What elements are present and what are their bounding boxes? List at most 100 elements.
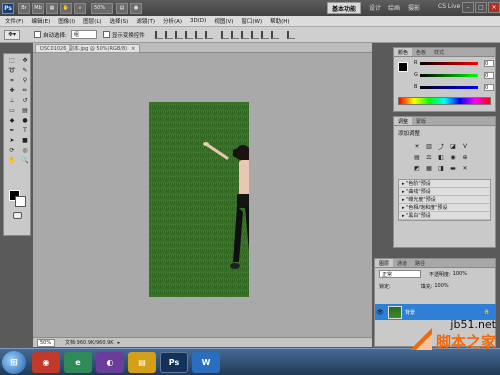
exposure-icon[interactable]: ◪: [448, 142, 458, 151]
preset-curves[interactable]: ▸ "曲线"预设: [399, 188, 490, 196]
selective-color-icon[interactable]: ✕: [460, 164, 470, 173]
tab-styles[interactable]: 样式: [430, 48, 448, 56]
fill-value[interactable]: 100%: [434, 283, 448, 289]
color-balance-icon[interactable]: ⚖: [424, 153, 434, 162]
start-button[interactable]: ⊞: [2, 351, 26, 374]
zoom-field[interactable]: 50%: [37, 338, 55, 347]
red-value[interactable]: 0: [484, 59, 494, 67]
shape-tool-icon[interactable]: ■: [19, 136, 31, 145]
distribute-left-icon[interactable]: [250, 30, 259, 39]
close-button[interactable]: ×: [488, 2, 500, 13]
slider-g[interactable]: G 0: [394, 69, 495, 81]
quick-mask-icon[interactable]: [13, 212, 22, 219]
healing-brush-icon[interactable]: ✚: [6, 86, 18, 95]
media-app-icon[interactable]: ◉: [32, 352, 60, 373]
preset-hue-saturation[interactable]: ▸ "色相/饱和度"预设: [399, 204, 490, 212]
auto-align-icon[interactable]: [286, 30, 295, 39]
distribute-hcenter-icon[interactable]: [260, 30, 269, 39]
marquee-tool-icon[interactable]: ⬚: [6, 56, 18, 65]
menu-view[interactable]: 视图(V): [214, 17, 233, 25]
tab-swatches[interactable]: 色板: [412, 48, 430, 56]
menu-image[interactable]: 图像(I): [58, 17, 75, 25]
auto-select-checkbox[interactable]: [34, 31, 41, 38]
browser-icon[interactable]: e: [64, 352, 92, 373]
minibridge-button[interactable]: Mb: [32, 2, 44, 14]
canvas-photo[interactable]: [149, 102, 249, 297]
menu-edit[interactable]: 编辑(E): [31, 17, 50, 25]
green-slider-track[interactable]: [420, 73, 478, 77]
menu-layer[interactable]: 图层(L): [83, 17, 101, 25]
hue-saturation-icon[interactable]: ▤: [412, 153, 422, 162]
color-spectrum[interactable]: [398, 97, 491, 105]
bridge-button[interactable]: Br: [18, 2, 30, 14]
levels-icon[interactable]: ▥: [424, 142, 434, 151]
preset-black-white[interactable]: ▸ "黑白"预设: [399, 212, 490, 220]
align-vcenter-icon[interactable]: [164, 30, 173, 39]
3d-rotate-icon[interactable]: ⟳: [6, 146, 18, 155]
zoom-tool-icon[interactable]: ⌕: [74, 2, 86, 14]
curves-icon[interactable]: ⤴: [436, 142, 446, 151]
opacity-value[interactable]: 100%: [453, 271, 467, 277]
slider-r[interactable]: R 0: [394, 57, 495, 69]
vibrance-icon[interactable]: V: [460, 142, 470, 151]
color-fg-swatch[interactable]: [398, 62, 408, 72]
tab-channels[interactable]: 通道: [393, 259, 411, 267]
minimize-button[interactable]: –: [462, 2, 474, 13]
dodge-tool-icon[interactable]: ●: [19, 116, 31, 125]
distribute-top-icon[interactable]: [220, 30, 229, 39]
distribute-bottom-icon[interactable]: [240, 30, 249, 39]
align-left-icon[interactable]: [184, 30, 193, 39]
menu-help[interactable]: 帮助(H): [270, 17, 289, 25]
threshold-icon[interactable]: ◨: [436, 164, 446, 173]
align-top-icon[interactable]: [154, 30, 163, 39]
gradient-map-icon[interactable]: ▬: [448, 164, 458, 173]
brightness-icon[interactable]: ☀: [412, 142, 422, 151]
menu-filter[interactable]: 滤镜(T): [136, 17, 155, 25]
photoshop-task-icon[interactable]: Ps: [160, 352, 188, 373]
pen-tool-icon[interactable]: ✒: [6, 126, 18, 135]
document-tab[interactable]: DSC01026_副本.jpg @ 50%(RGB/8) ×: [35, 44, 141, 53]
tab-adjustments[interactable]: 调整: [394, 117, 413, 125]
brush-tool-icon[interactable]: ✏: [19, 86, 31, 95]
quick-select-tool-icon[interactable]: ✎: [19, 66, 31, 75]
channel-mixer-icon[interactable]: ⊕: [460, 153, 470, 162]
zoom-level-select[interactable]: 50%: [91, 2, 113, 14]
menu-analysis[interactable]: 分析(A): [163, 17, 182, 25]
blur-tool-icon[interactable]: ◆: [6, 116, 18, 125]
zoom-tool-icon[interactable]: 🔍: [19, 156, 31, 165]
cs-live-button[interactable]: CS Live: [438, 3, 460, 10]
menu-select[interactable]: 选择(S): [110, 17, 129, 25]
3d-camera-icon[interactable]: ◎: [19, 146, 31, 155]
gradient-tool-icon[interactable]: ▤: [19, 106, 31, 115]
type-tool-icon[interactable]: T: [19, 126, 31, 135]
player-icon[interactable]: ◐: [96, 352, 124, 373]
arrange-documents-icon[interactable]: ▤: [116, 2, 128, 14]
tab-color[interactable]: 颜色: [394, 48, 413, 56]
background-color-swatch[interactable]: [15, 196, 26, 207]
clone-stamp-icon[interactable]: ⊥: [6, 96, 18, 105]
green-value[interactable]: 0: [484, 71, 494, 79]
align-right-icon[interactable]: [204, 30, 213, 39]
eyedropper-tool-icon[interactable]: ⚲: [19, 76, 31, 85]
menu-file[interactable]: 文件(F): [5, 17, 23, 25]
invert-icon[interactable]: ◩: [412, 164, 422, 173]
eraser-tool-icon[interactable]: ▭: [6, 106, 18, 115]
hand-tool-icon[interactable]: ✋: [60, 2, 72, 14]
red-slider-track[interactable]: [420, 61, 478, 65]
photo-filter-icon[interactable]: ◉: [448, 153, 458, 162]
hand-tool-icon[interactable]: ✋: [6, 156, 18, 165]
wps-icon[interactable]: W: [192, 352, 220, 373]
preset-levels[interactable]: ▸ "色阶"预设: [399, 180, 490, 188]
slider-b[interactable]: B 0: [394, 81, 495, 93]
path-select-icon[interactable]: ➤: [6, 136, 18, 145]
preset-exposure[interactable]: ▸ "曝光度"预设: [399, 196, 490, 204]
workspace-essentials-button[interactable]: 基本功能: [327, 2, 361, 14]
status-arrow-icon[interactable]: ▸: [118, 340, 121, 346]
show-transform-checkbox[interactable]: [102, 31, 110, 38]
tab-masks[interactable]: 蒙版: [412, 117, 430, 125]
close-document-icon[interactable]: ×: [131, 46, 135, 52]
tab-paths[interactable]: 路径: [411, 259, 429, 267]
workspace-photography-link[interactable]: 摄影: [408, 3, 420, 12]
move-tool-preset-icon[interactable]: ✥▾: [4, 29, 20, 40]
workspace-painting-link[interactable]: 绘画: [388, 3, 400, 12]
